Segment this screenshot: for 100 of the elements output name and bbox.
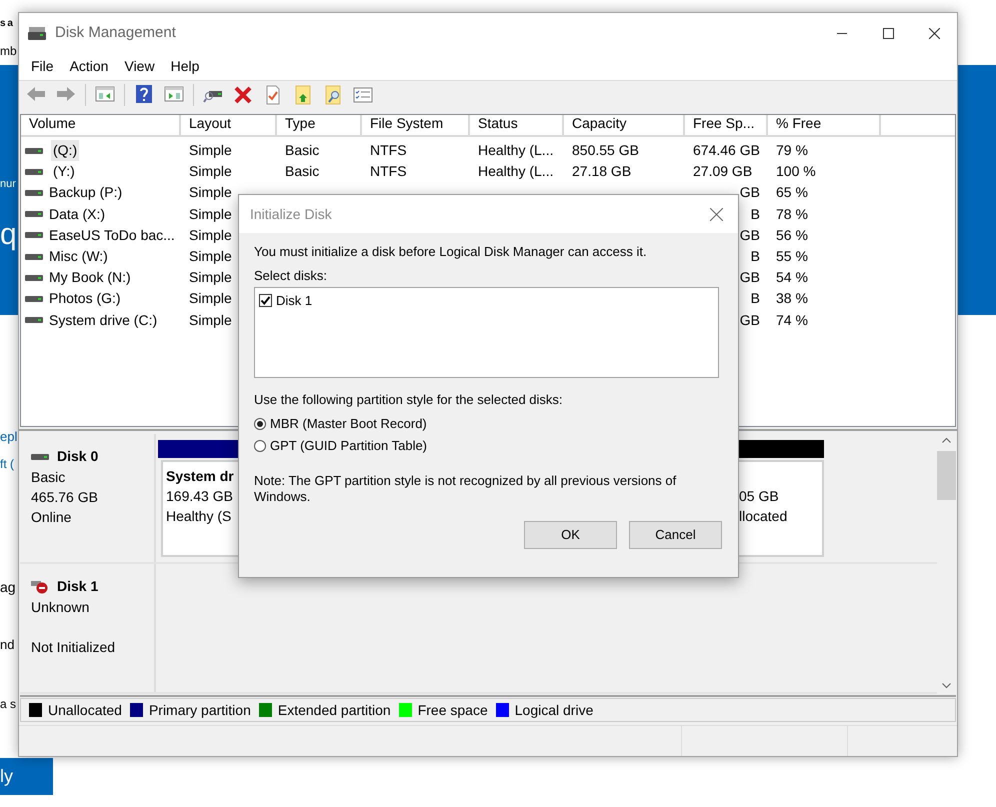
field-label: Use the following partition style for the selected disks:	[254, 391, 564, 408]
dialog-button[interactable]: Cancel	[629, 521, 722, 549]
menu-item[interactable]: Help	[162, 56, 208, 77]
table-cell-text: (Y:)	[52, 162, 76, 182]
disk-detail: Unknown	[31, 598, 90, 617]
partition-status: llocated	[739, 507, 788, 526]
table-cell-text: B	[750, 247, 760, 266]
legend-label: Extended partition	[278, 700, 391, 720]
delete-icon[interactable]	[233, 85, 253, 105]
table-cell-text: Simple	[189, 310, 232, 330]
column-header[interactable]: Status	[470, 115, 564, 137]
table-cell-text: Simple	[189, 162, 232, 182]
page-text: nd	[0, 636, 14, 654]
table-cell-text: Basic	[285, 141, 320, 160]
folder-up-icon[interactable]	[293, 85, 313, 105]
drive-icon	[25, 252, 43, 261]
table-cell-text: Simple	[189, 268, 232, 288]
page-text: nur	[0, 177, 16, 192]
page-text: s a	[0, 17, 12, 31]
page-link[interactable]: ft (	[0, 455, 14, 473]
table-cell-text: 55 %	[776, 247, 808, 266]
window-title: Disk Management	[55, 22, 176, 43]
table-cell-text: 56 %	[776, 226, 808, 245]
menu-item[interactable]: View	[116, 56, 163, 77]
column-header[interactable]: Type	[277, 115, 362, 137]
disk-detail: Basic	[31, 468, 66, 487]
checkbox[interactable]	[259, 294, 272, 308]
properties-icon[interactable]	[353, 85, 373, 105]
table-cell-text: Simple	[189, 141, 232, 160]
table-cell-text: B	[750, 289, 760, 308]
drive-icon	[25, 274, 43, 282]
drive-icon	[25, 294, 43, 303]
table-cell-text: Backup (P:)	[48, 183, 124, 202]
drive-icon	[31, 452, 49, 460]
table-cell-text: 65 %	[776, 183, 808, 202]
column-header[interactable]: % Free	[768, 115, 881, 137]
table-cell-text: 100 %	[776, 162, 816, 182]
dialog-title: Initialize Disk	[250, 204, 332, 224]
partition-title: System dr	[166, 467, 234, 486]
drive-error-icon	[31, 580, 49, 594]
partition-status: Healthy (S	[166, 507, 232, 526]
table-cell-text: Simple	[189, 247, 232, 266]
drive-icon	[25, 231, 43, 240]
table-cell: (Q:)	[51, 140, 80, 162]
close-button[interactable]	[708, 206, 724, 222]
column-header[interactable]: Capacity	[564, 115, 685, 137]
check-icon	[260, 295, 271, 306]
folder-search-icon[interactable]	[323, 85, 343, 105]
note-text: Note: The GPT partition style is not recognized by all previous versions of Windows.	[254, 473, 678, 505]
scroll-up-icon	[942, 437, 951, 443]
column-header[interactable]: Free Sp...	[685, 115, 768, 137]
radio-button[interactable]	[254, 418, 266, 430]
table-cell-text: 27.09 GB	[693, 162, 752, 182]
disk-list[interactable]: Disk 1	[254, 287, 719, 378]
table-cell-text: GB	[740, 310, 760, 330]
table-cell-text: Simple	[189, 183, 232, 202]
table-cell-text: B	[750, 204, 760, 224]
table-cell-text: 850.55 GB	[572, 141, 639, 160]
table-cell-text: Simple	[189, 226, 232, 245]
column-header[interactable]: File System	[362, 115, 470, 137]
list-item[interactable]: Disk 1	[276, 291, 312, 310]
page-text: a s	[0, 696, 16, 713]
drive-icon	[25, 188, 43, 197]
table-cell-text: 54 %	[776, 268, 808, 288]
table-cell-text: Misc (W:)	[48, 247, 109, 266]
legend-label: Primary partition	[148, 700, 251, 720]
menu-item[interactable]: File	[23, 56, 62, 77]
minimize-icon	[837, 32, 847, 34]
table-cell-text: Healthy (L...	[478, 162, 554, 182]
disk-detail: Online	[31, 508, 72, 527]
legend-label: Unallocated	[48, 700, 122, 720]
table-cell-text: Healthy (L...	[478, 141, 554, 160]
table-cell-text: Basic	[285, 162, 320, 182]
table-cell-text: GB	[740, 183, 760, 202]
disk-detail: 465.76 GB	[31, 488, 99, 507]
table-cell-text: 38 %	[776, 289, 808, 308]
page-text: mb	[0, 43, 17, 60]
drive-icon	[25, 316, 43, 324]
drive-icon	[25, 168, 43, 176]
close-icon	[928, 28, 940, 38]
column-header[interactable]: Volume	[21, 115, 181, 137]
drive-icon	[27, 25, 47, 41]
dialog-message: You must initialize a disk before Logical Disk Manager can access it.	[254, 243, 648, 260]
table-cell-text: Photos (G:)	[48, 289, 122, 308]
radio-button[interactable]	[254, 440, 266, 452]
page-text: q	[0, 220, 17, 250]
table-cell-text: 78 %	[776, 204, 808, 224]
help-icon[interactable]	[134, 85, 154, 105]
page-link[interactable]: epl	[0, 427, 18, 446]
column-header[interactable]: Layout	[181, 115, 277, 137]
radio-label[interactable]: MBR (Master Boot Record)	[270, 414, 427, 434]
dialog-button[interactable]: OK	[524, 521, 617, 549]
disk-name: Disk 1	[57, 577, 98, 596]
menu-item[interactable]: Action	[62, 56, 116, 77]
partition-size: 05 GB	[739, 487, 779, 506]
radio-label[interactable]: GPT (GUID Partition Table)	[270, 436, 428, 456]
close-icon	[710, 208, 722, 220]
table-cell-text: EaseUS ToDo bac...	[48, 226, 176, 245]
scroll-thumb[interactable]	[937, 451, 956, 500]
page-button[interactable]: ly	[0, 758, 53, 795]
